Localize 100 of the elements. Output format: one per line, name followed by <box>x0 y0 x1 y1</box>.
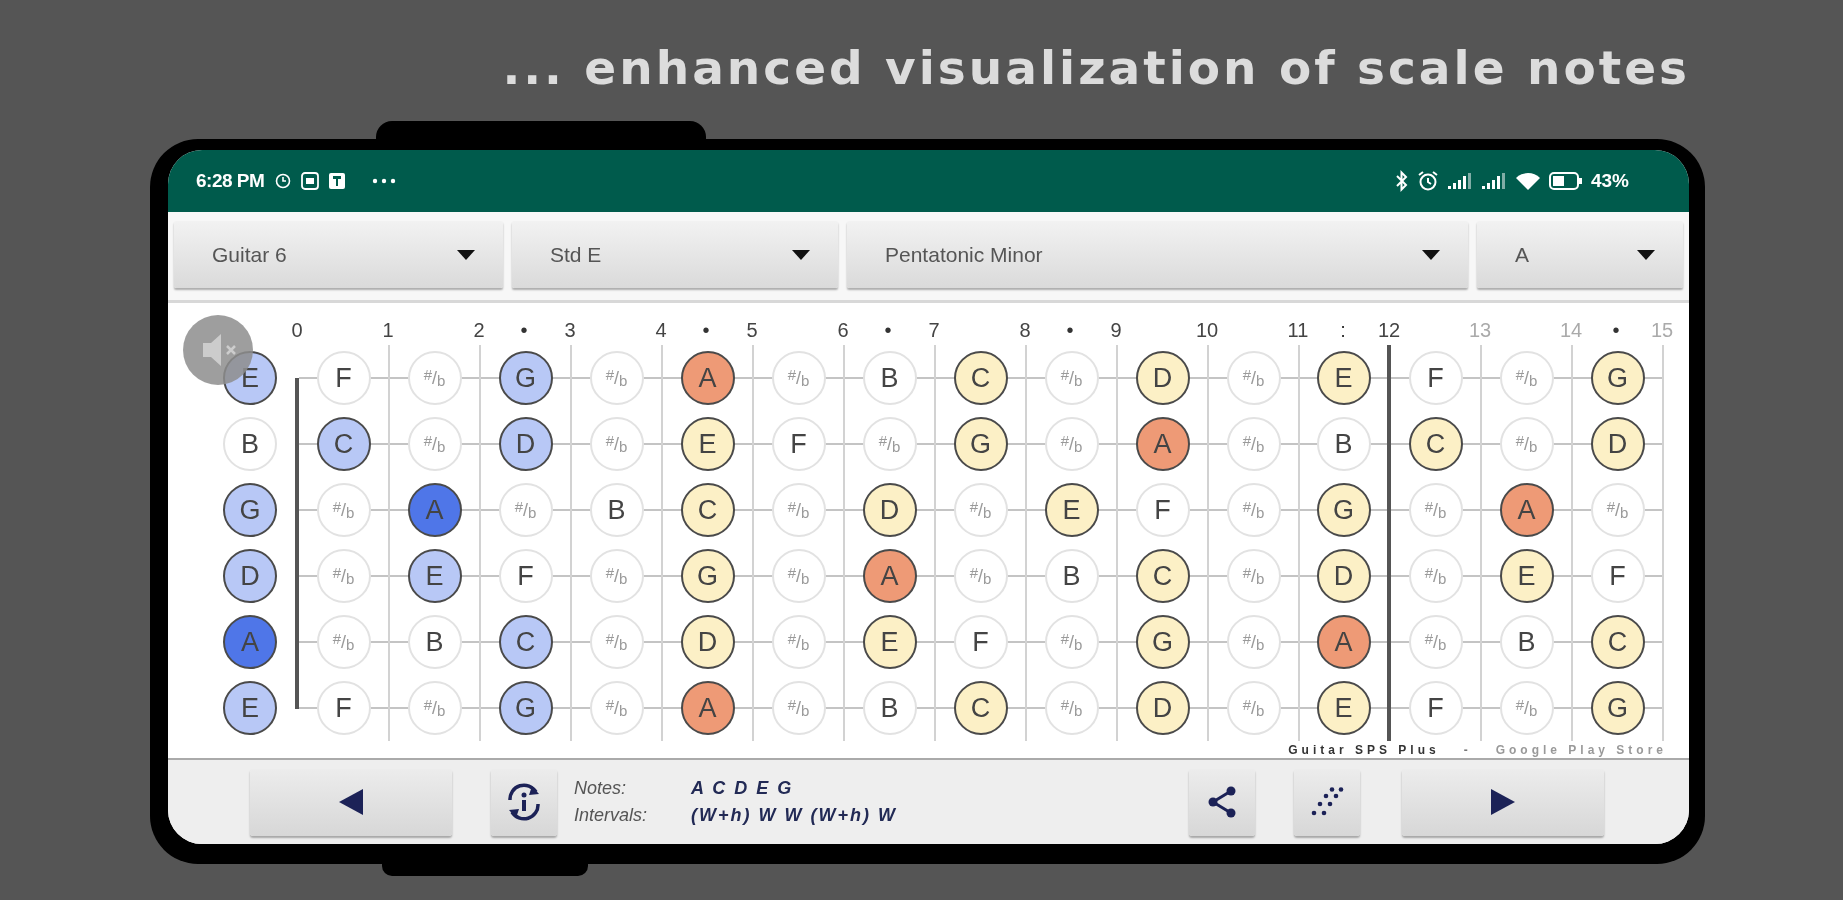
note-button[interactable]: E <box>680 417 735 471</box>
note-button[interactable]: D <box>498 417 553 471</box>
fret-marker: • <box>702 318 710 342</box>
note-button[interactable]: C <box>953 351 1008 405</box>
note-button[interactable]: G <box>680 549 735 603</box>
app-name: Guitar SPS Plus <box>1288 742 1440 757</box>
note-button[interactable]: A <box>680 681 735 735</box>
fret-number: 7 <box>927 318 941 342</box>
note-button[interactable]: E <box>1499 549 1554 603</box>
previous-button[interactable] <box>250 768 452 836</box>
note-button[interactable]: B <box>862 351 917 405</box>
headline: ... enhanced visualization of scale notes <box>502 42 1690 94</box>
note-button[interactable]: G <box>498 351 553 405</box>
note-button[interactable]: B <box>407 615 462 669</box>
note-button[interactable]: C <box>1590 615 1645 669</box>
note-button[interactable]: D <box>1135 681 1190 735</box>
note-button[interactable]: G <box>953 417 1008 471</box>
fret-number: 8 <box>1018 318 1032 342</box>
wifi-icon <box>1514 171 1541 191</box>
notification-icon <box>328 172 347 190</box>
info-button[interactable] <box>491 768 557 836</box>
fret-marker: : <box>1340 318 1346 342</box>
note-button[interactable]: C <box>953 681 1008 735</box>
note-button[interactable]: B <box>223 417 277 471</box>
note-button[interactable]: F <box>498 549 553 603</box>
caret-icon <box>457 249 475 260</box>
fret-number: 1 <box>381 318 395 342</box>
dots-icon <box>1310 787 1344 817</box>
note-button[interactable]: C <box>316 417 371 471</box>
dropdown[interactable]: Pentatonic Minor <box>847 221 1468 288</box>
note-button[interactable]: B <box>862 681 917 735</box>
note-button[interactable]: A <box>680 351 735 405</box>
note-button[interactable]: F <box>316 351 371 405</box>
caret-icon <box>792 249 810 260</box>
fret-marker: • <box>1066 318 1074 342</box>
note-button[interactable]: G <box>1590 351 1645 405</box>
note-button[interactable]: C <box>680 483 735 537</box>
fret-number: 15 <box>1649 318 1675 342</box>
note-button[interactable]: E <box>1316 351 1371 405</box>
fret-number: 13 <box>1467 318 1493 342</box>
fret-marker: • <box>884 318 892 342</box>
notes-value: A C D E G <box>691 778 794 799</box>
note-button[interactable]: G <box>1316 483 1371 537</box>
note-button[interactable]: D <box>1590 417 1645 471</box>
intervals-label: Intervals: <box>574 805 649 826</box>
pattern-button[interactable] <box>1294 768 1360 836</box>
note-button[interactable]: E <box>407 549 462 603</box>
note-button[interactable]: F <box>953 615 1008 669</box>
alarm-clock-icon <box>1416 170 1439 192</box>
share-icon <box>1207 786 1237 818</box>
note-button[interactable]: D <box>1316 549 1371 603</box>
note-button[interactable]: F <box>1590 549 1645 603</box>
note-button[interactable]: E <box>1044 483 1099 537</box>
note-button[interactable]: A <box>862 549 917 603</box>
note-button[interactable]: E <box>862 615 917 669</box>
note-button[interactable]: C <box>1135 549 1190 603</box>
note-button[interactable]: B <box>1499 615 1554 669</box>
separator-dash: - <box>1463 742 1472 757</box>
dropdown[interactable]: A <box>1477 221 1683 288</box>
fret-number: 5 <box>745 318 759 342</box>
fret-number: 3 <box>563 318 577 342</box>
note-button[interactable]: D <box>1135 351 1190 405</box>
note-button[interactable]: A <box>1499 483 1554 537</box>
note-button[interactable]: G <box>223 483 277 537</box>
dropdown[interactable]: Guitar 6 <box>174 221 503 288</box>
note-button[interactable]: D <box>680 615 735 669</box>
left-triangle-icon <box>338 788 364 816</box>
note-button[interactable]: B <box>589 483 644 537</box>
note-button[interactable]: C <box>498 615 553 669</box>
notes-label: Notes: <box>574 778 628 799</box>
fret-number: 14 <box>1558 318 1584 342</box>
note-button[interactable]: F <box>1408 351 1463 405</box>
note-button[interactable]: G <box>498 681 553 735</box>
note-button[interactable]: E <box>1316 681 1371 735</box>
note-button[interactable]: G <box>1590 681 1645 735</box>
share-button[interactable] <box>1189 768 1255 836</box>
note-button[interactable]: B <box>1316 417 1371 471</box>
note-button[interactable]: F <box>771 417 826 471</box>
note-button[interactable]: D <box>223 549 277 603</box>
note-button[interactable]: F <box>316 681 371 735</box>
note-button[interactable]: B <box>1044 549 1099 603</box>
caret-icon <box>1637 249 1655 260</box>
battery-percent: 43% <box>1590 170 1629 192</box>
note-button[interactable]: F <box>1408 681 1463 735</box>
note-button[interactable]: E <box>223 681 277 735</box>
fret-number: 9 <box>1109 318 1123 342</box>
note-button[interactable]: G <box>1135 615 1190 669</box>
fret-number: 11 <box>1286 318 1310 342</box>
dropdown[interactable]: Std E <box>512 221 838 288</box>
fret-number: 4 <box>654 318 668 342</box>
fret-number: 6 <box>836 318 850 342</box>
note-button[interactable]: A <box>1135 417 1190 471</box>
note-button[interactable]: A <box>1316 615 1371 669</box>
bluetooth-icon <box>1394 170 1409 192</box>
note-button[interactable]: C <box>1408 417 1463 471</box>
note-button[interactable]: F <box>1135 483 1190 537</box>
right-triangle-icon <box>1490 788 1516 816</box>
note-button[interactable]: D <box>862 483 917 537</box>
next-button[interactable] <box>1402 768 1604 836</box>
signal-icon <box>1480 172 1507 190</box>
